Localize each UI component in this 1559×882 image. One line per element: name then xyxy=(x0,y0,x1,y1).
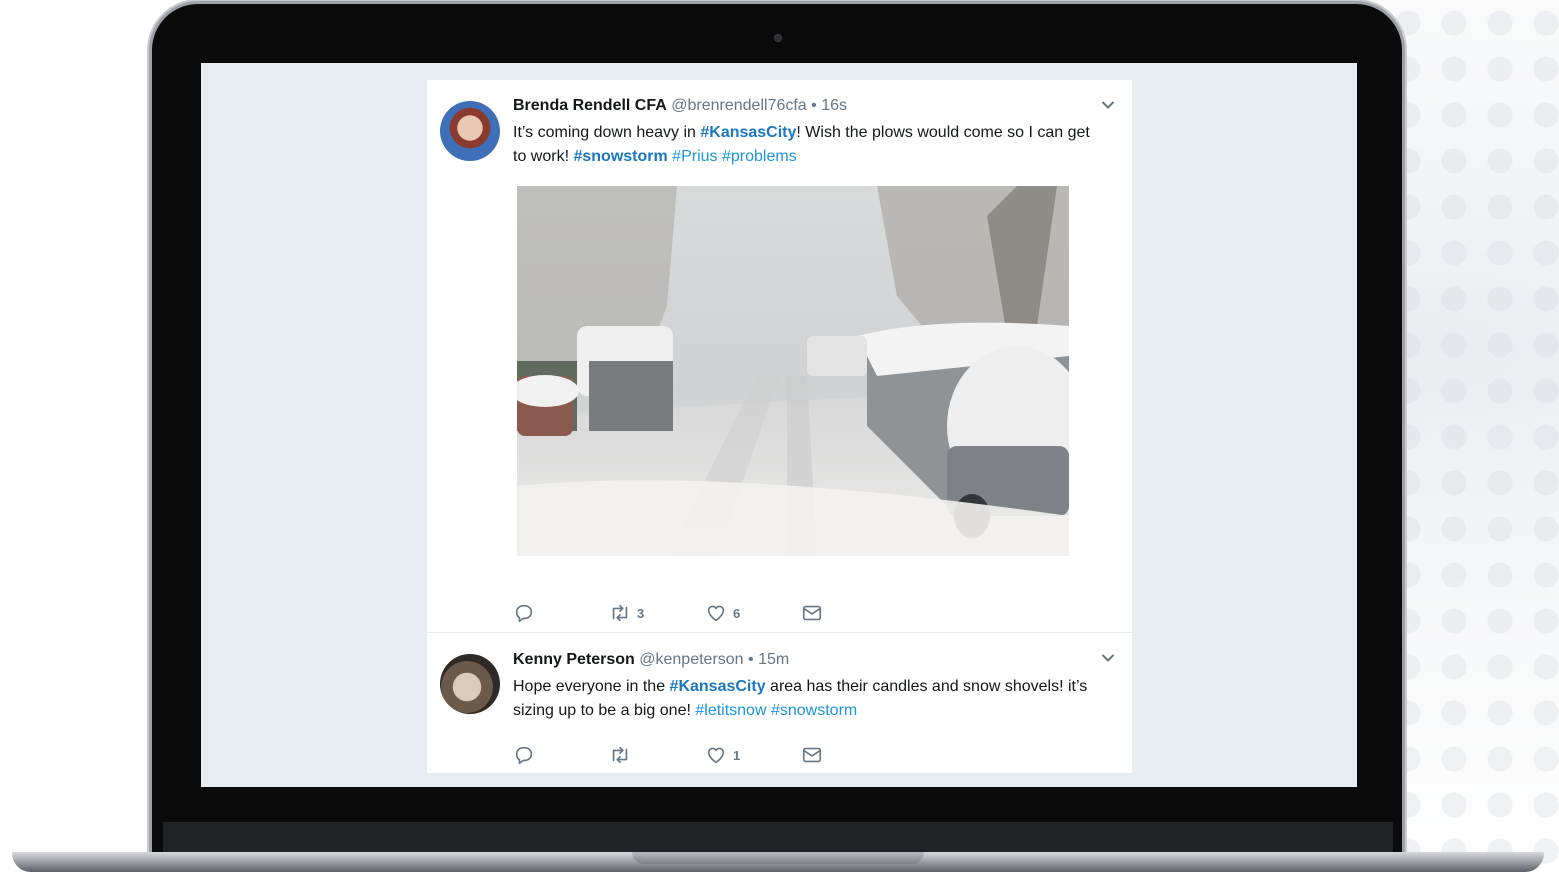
hashtag-link[interactable]: #letitsnow xyxy=(695,702,766,719)
retweet-count: 3 xyxy=(637,605,645,621)
like-button[interactable]: 6 xyxy=(705,601,740,625)
reply-icon xyxy=(515,604,533,623)
direct-message-button[interactable] xyxy=(801,743,823,767)
retweet-button[interactable] xyxy=(609,743,637,767)
reply-icon xyxy=(515,746,533,765)
hashtag-link[interactable]: #KansasCity xyxy=(700,124,796,141)
tweet-header: Kenny Peterson @kenpeterson • 15m xyxy=(513,651,789,669)
direct-message-button[interactable] xyxy=(801,601,823,625)
snowy-street-photo xyxy=(517,186,1069,556)
tweet[interactable]: Kenny Peterson @kenpeterson • 15m Hope e… xyxy=(427,633,1132,773)
retweet-icon xyxy=(612,604,628,622)
tweet-actions: 1 xyxy=(513,743,843,767)
like-count: 1 xyxy=(733,747,741,763)
tweet-photo[interactable] xyxy=(517,186,1069,556)
hashtag-link[interactable]: #KansasCity xyxy=(670,678,766,695)
laptop-bezel-bottom xyxy=(163,822,1393,854)
tweet-feed: Brenda Rendell CFA @brenrendell76cfa • 1… xyxy=(427,80,1132,773)
hashtag-link[interactable]: #Prius xyxy=(672,148,717,165)
hashtag-link[interactable]: #snowstorm xyxy=(771,702,857,719)
separator-dot: • xyxy=(811,97,817,114)
tweet-text: It’s coming down heavy in #KansasCity! W… xyxy=(513,124,1090,165)
chevron-down-icon[interactable] xyxy=(1101,98,1115,112)
like-count: 6 xyxy=(733,605,741,621)
laptop-screen: Brenda Rendell CFA @brenrendell76cfa • 1… xyxy=(201,63,1357,787)
author-handle[interactable]: @kenpeterson xyxy=(639,651,743,668)
tweet-header: Brenda Rendell CFA @brenrendell76cfa • 1… xyxy=(513,97,847,115)
author-name[interactable]: Kenny Peterson xyxy=(513,651,635,668)
avatar[interactable] xyxy=(440,101,500,161)
like-icon xyxy=(707,747,725,764)
retweet-icon xyxy=(612,746,628,764)
hashtag-link[interactable]: #snowstorm xyxy=(573,148,667,165)
tweet[interactable]: Brenda Rendell CFA @brenrendell76cfa • 1… xyxy=(427,80,1132,633)
timestamp[interactable]: 16s xyxy=(821,97,847,114)
tweet-text: Hope everyone in the #KansasCity area ha… xyxy=(513,678,1088,719)
avatar[interactable] xyxy=(440,654,500,714)
direct-message-icon xyxy=(802,747,822,763)
reply-button[interactable] xyxy=(513,601,541,625)
author-name[interactable]: Brenda Rendell CFA xyxy=(513,97,667,114)
reply-button[interactable] xyxy=(513,743,541,767)
author-handle[interactable]: @brenrendell76cfa xyxy=(671,97,806,114)
like-icon xyxy=(707,605,725,622)
separator-dot: • xyxy=(748,651,754,668)
retweet-button[interactable]: 3 xyxy=(609,601,644,625)
hashtag-link[interactable]: #problems xyxy=(722,148,797,165)
direct-message-icon xyxy=(802,605,822,621)
tweet-actions: 3 6 xyxy=(513,601,843,625)
timestamp[interactable]: 15m xyxy=(758,651,789,668)
chevron-down-icon[interactable] xyxy=(1101,651,1115,665)
laptop-base-notch xyxy=(632,852,924,864)
camera-icon xyxy=(774,34,782,42)
like-button[interactable]: 1 xyxy=(705,743,740,767)
